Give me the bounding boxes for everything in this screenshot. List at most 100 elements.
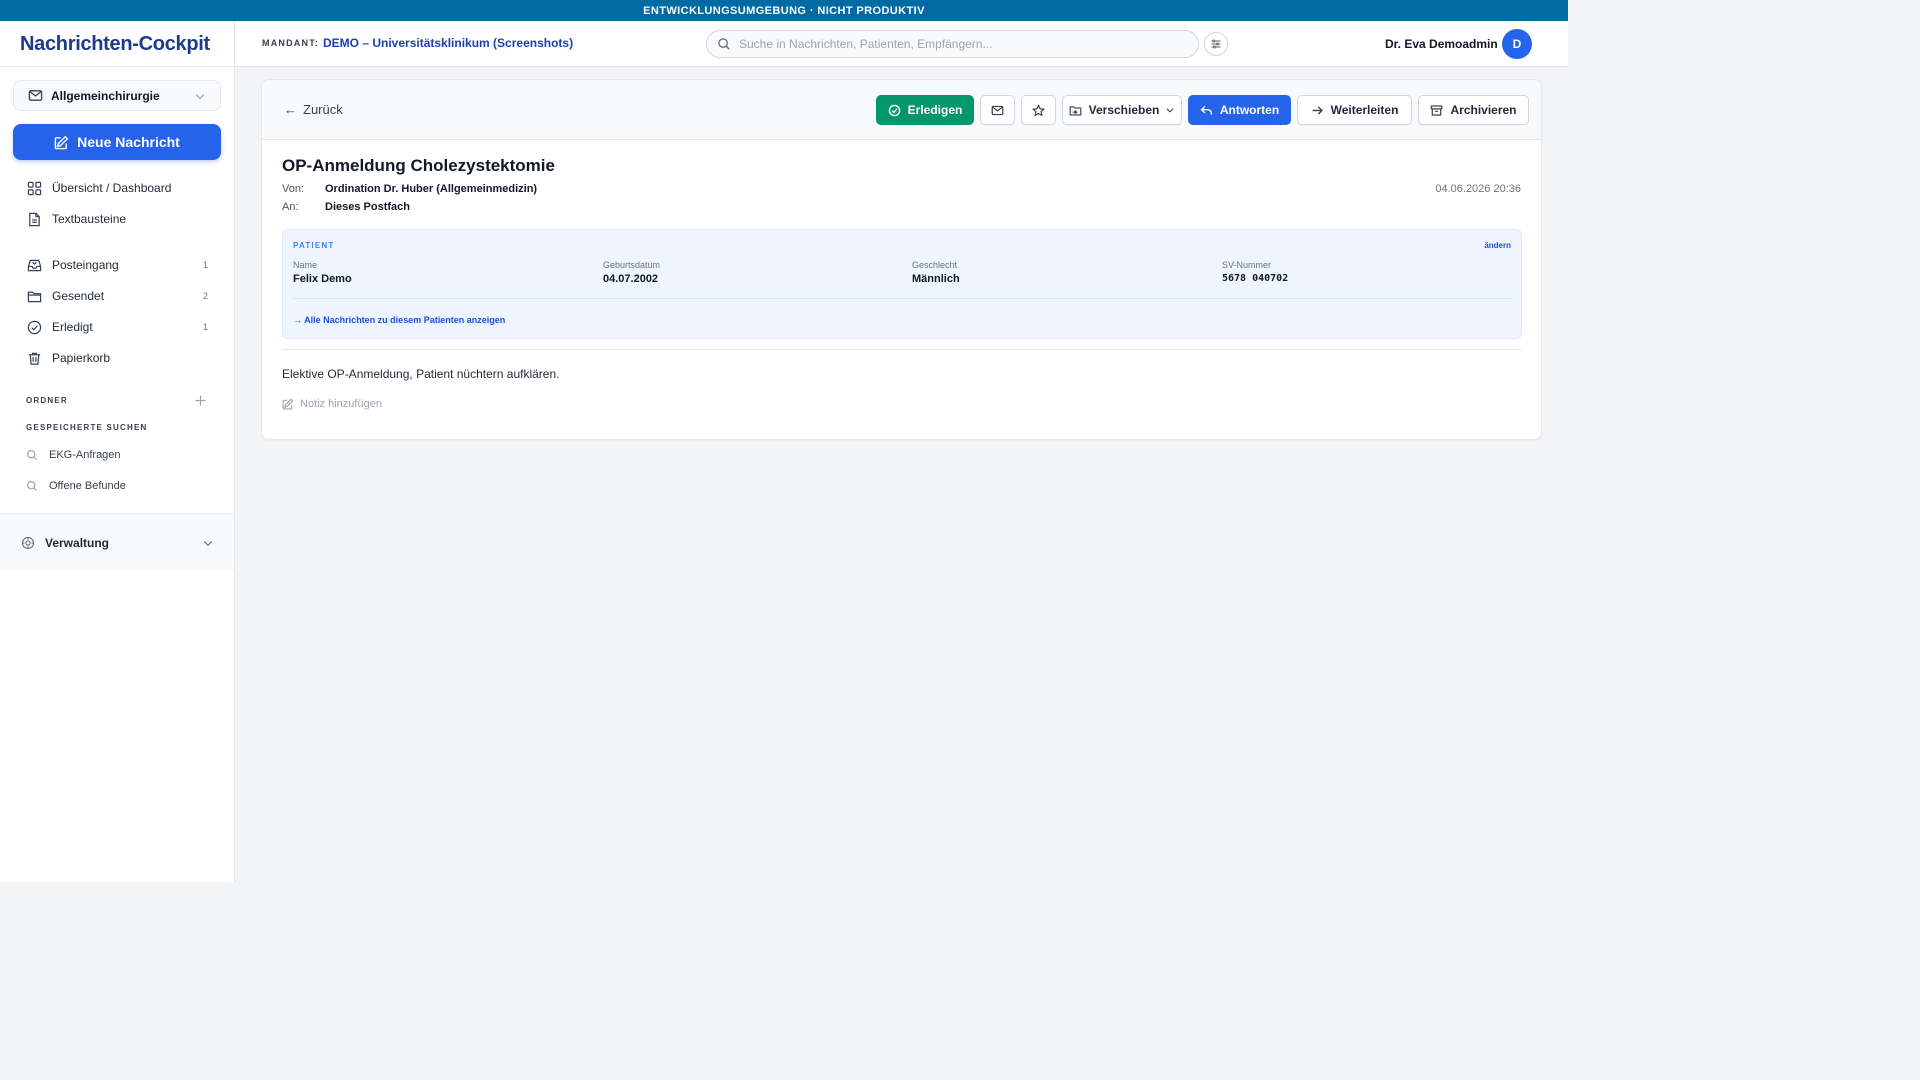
- to-value: Dieses Postfach: [325, 201, 410, 213]
- add-folder-button[interactable]: [192, 392, 208, 408]
- chevron-down-icon: [194, 90, 206, 102]
- department-select[interactable]: Allgemeinchirurgie: [13, 80, 221, 111]
- document-icon: [26, 211, 42, 227]
- search-bar[interactable]: [706, 30, 1199, 58]
- app-brand[interactable]: Nachrichten-Cockpit: [20, 33, 210, 56]
- back-button[interactable]: ← Zurück: [284, 102, 343, 117]
- new-message-label: Neue Nachricht: [77, 134, 180, 150]
- saved-search-label: EKG-Anfragen: [49, 449, 121, 461]
- nav-inbox[interactable]: Posteingang 1: [26, 254, 216, 276]
- message-toolbar: ← Zurück Erledigen Verschieben Antworten…: [262, 80, 1541, 140]
- nav-label: Gesendet: [52, 289, 105, 303]
- folder-icon: [26, 288, 42, 304]
- patient-field-label: Geburtsdatum: [603, 260, 661, 270]
- saved-searches-heading: GESPEICHERTE SUCHEN: [26, 423, 148, 432]
- saved-search-item[interactable]: EKG-Anfragen: [26, 445, 216, 465]
- forward-button[interactable]: Weiterleiten: [1297, 95, 1412, 125]
- nav-count: 1: [202, 322, 208, 332]
- trash-icon: [26, 350, 42, 366]
- saved-search-item[interactable]: Offene Befunde: [26, 476, 216, 496]
- nav-label: Papierkorb: [52, 351, 111, 365]
- message-subject: OP-Anmeldung Cholezystektomie: [282, 156, 555, 175]
- arrow-left-icon: ←: [284, 102, 297, 117]
- envelope-icon: [991, 104, 1004, 117]
- chevron-down-icon: [1165, 105, 1175, 115]
- move-dropdown[interactable]: Verschieben: [1062, 95, 1182, 125]
- arrow-right-icon: [1311, 104, 1324, 117]
- from-label: Von:: [282, 183, 305, 195]
- tenant-value[interactable]: DEMO – Universitätsklinikum (Screenshots…: [323, 36, 573, 50]
- nav-label: Textbausteine: [52, 212, 127, 226]
- patient-birthdate: 04.07.2002: [603, 273, 659, 285]
- patient-field-label: Name: [293, 260, 318, 270]
- patient-panel-title: PATIENT: [293, 241, 335, 250]
- all-patient-messages-link[interactable]: → Alle Nachrichten zu diesem Patienten a…: [293, 315, 505, 325]
- mail-icon: [28, 88, 43, 103]
- search-icon: [26, 480, 40, 492]
- divider: [282, 349, 1522, 350]
- nav-trash[interactable]: Papierkorb: [26, 347, 216, 369]
- sidebar: Allgemeinchirurgie Neue Nachricht Übersi…: [0, 67, 235, 882]
- message-card: ← Zurück Erledigen Verschieben Antworten…: [261, 79, 1542, 440]
- search-icon: [26, 449, 40, 461]
- reply-button[interactable]: Antworten: [1188, 95, 1291, 125]
- from-value[interactable]: Ordination Dr. Huber (Allgemeinmedizin): [325, 183, 537, 195]
- archive-button[interactable]: Archivieren: [1418, 95, 1529, 125]
- mark-unread-button[interactable]: [980, 95, 1015, 125]
- add-note-label: Notiz hinzufügen: [300, 398, 382, 410]
- divider: [293, 298, 1511, 299]
- patient-panel: PATIENT ändern Name Felix Demo Geburtsda…: [282, 229, 1522, 339]
- star-icon: [1032, 104, 1045, 117]
- message-date: 04.06.2026 20:36: [1435, 183, 1521, 195]
- nav-label: Posteingang: [52, 258, 119, 272]
- move-label: Verschieben: [1088, 103, 1160, 117]
- folder-move-icon: [1069, 104, 1082, 117]
- nav-text-modules[interactable]: Textbausteine: [26, 208, 216, 230]
- gear-icon: [21, 536, 35, 550]
- archive-label: Archivieren: [1450, 103, 1517, 117]
- check-circle-icon: [888, 104, 901, 117]
- mark-done-button[interactable]: Erledigen: [876, 95, 974, 125]
- search-input[interactable]: [739, 37, 1179, 51]
- search-filter-button[interactable]: [1204, 32, 1228, 56]
- reply-label: Antworten: [1219, 103, 1280, 117]
- new-message-button[interactable]: Neue Nachricht: [13, 124, 221, 160]
- saved-search-label: Offene Befunde: [49, 480, 126, 492]
- divider: [234, 21, 235, 67]
- mark-done-label: Erledigen: [907, 103, 963, 117]
- change-patient-link[interactable]: ändern: [1484, 241, 1511, 250]
- nav-sent[interactable]: Gesendet 2: [26, 285, 216, 307]
- top-bar: Nachrichten-Cockpit MANDANT: DEMO – Univ…: [0, 21, 1568, 67]
- to-label: An:: [282, 201, 299, 213]
- message-body: Elektive OP-Anmeldung, Patient nüchtern …: [282, 367, 560, 381]
- tenant-label: MANDANT:: [262, 38, 320, 48]
- user-name[interactable]: Dr. Eva Demoadmin: [1385, 37, 1498, 51]
- patient-field-label: Geschlecht: [912, 260, 958, 270]
- nav-label: Erledigt: [52, 320, 93, 334]
- patient-gender: Männlich: [912, 273, 960, 285]
- nav-done[interactable]: Erledigt 1: [26, 316, 216, 338]
- patient-sv-number: 5678 040702: [1222, 273, 1289, 284]
- environment-banner: ENTWICKLUNGSUMGEBUNG · NICHT PRODUKTIV: [0, 0, 1568, 21]
- compose-icon: [54, 135, 69, 150]
- patient-field-label: SV-Nummer: [1222, 260, 1272, 270]
- add-note-button[interactable]: Notiz hinzufügen: [282, 398, 382, 410]
- check-circle-icon: [26, 319, 42, 335]
- plus-icon: [194, 394, 207, 407]
- nav-dashboard[interactable]: Übersicht / Dashboard: [26, 177, 216, 199]
- patient-name: Felix Demo: [293, 273, 352, 285]
- nav-count: 1: [202, 260, 208, 270]
- edit-icon: [282, 398, 294, 410]
- nav-count: 2: [202, 291, 208, 301]
- avatar[interactable]: D: [1502, 29, 1532, 59]
- admin-label: Verwaltung: [45, 535, 110, 550]
- star-button[interactable]: [1021, 95, 1056, 125]
- admin-section-toggle[interactable]: Verwaltung: [0, 513, 234, 571]
- inbox-icon: [26, 257, 42, 273]
- reply-icon: [1200, 104, 1213, 117]
- grid-icon: [26, 180, 42, 196]
- folders-heading: ORDNER: [26, 396, 68, 405]
- department-label: Allgemeinchirurgie: [51, 88, 160, 103]
- forward-label: Weiterleiten: [1330, 103, 1399, 117]
- back-label: Zurück: [303, 102, 343, 117]
